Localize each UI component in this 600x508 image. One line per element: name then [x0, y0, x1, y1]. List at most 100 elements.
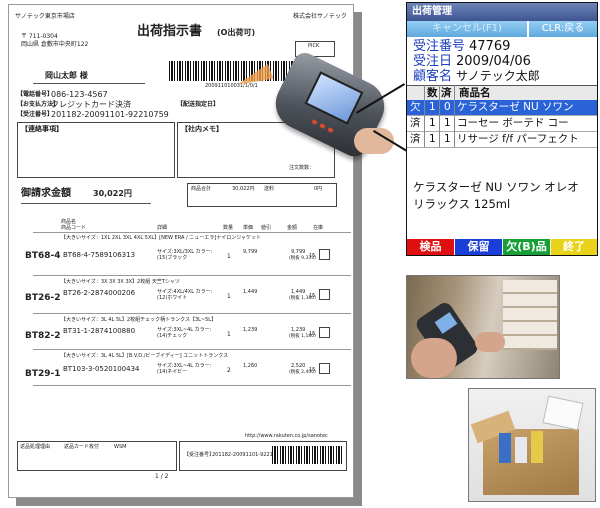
- order-date-value: 2009/04/06: [456, 54, 531, 69]
- product-bottle: [515, 437, 527, 463]
- item-stock: 15: [309, 253, 316, 259]
- item-name: 【大きいサイズ：3L 4L 5L】[B.V.D./ビーブイディー] ユニットトラ…: [61, 353, 229, 359]
- items-grid-row-selected[interactable]: 欠 1 0 ケラスターゼ NU ソワン: [407, 100, 597, 116]
- paper-sheet: [542, 395, 584, 431]
- grid-col-line: [454, 85, 455, 147]
- order-count-label: 注文数数：: [289, 165, 315, 171]
- order-value: 201182-20091101-92210759: [51, 110, 169, 119]
- item-qty: 2: [227, 367, 231, 374]
- item-stock: 15: [309, 331, 316, 337]
- item-check-box: [319, 327, 330, 338]
- item-price: 1,239: [243, 327, 258, 333]
- items-grid-row[interactable]: 済 1 1 コーセー ボーテド コー: [407, 116, 597, 132]
- item-name: 【大きいサイズ：3L 4L 5L】2枚組チェック柄トランクス【3L~5L】: [61, 317, 217, 323]
- row-divider: [33, 349, 351, 350]
- col-detail: 詳細: [157, 225, 168, 231]
- shelf-boxes: [503, 280, 557, 350]
- company-right: 株式会社サノテック: [293, 13, 347, 20]
- item-detail: サイズ:3XL/3XL カラー:(15)ブラック: [157, 249, 213, 261]
- postal-code: 〒 711-0304: [21, 33, 58, 40]
- col-amount: 金額: [287, 225, 298, 231]
- handheld-scanner-photo: [267, 48, 400, 162]
- item-stock: 15: [309, 367, 316, 373]
- item-price: 1,449: [243, 289, 258, 295]
- customer-value: サノテック太郎: [456, 69, 540, 83]
- ship-date-label: 【配送指定日】: [177, 101, 220, 108]
- item-detail: サイズ:3XL~4L カラー:(14)ネイビー: [157, 363, 212, 375]
- items-grid-row[interactable]: 済 1 1 リサージ f/f パーフェクト: [407, 132, 597, 148]
- hold-key[interactable]: 保留: [455, 239, 502, 255]
- item-id: BT82-2: [25, 331, 61, 341]
- hand: [411, 338, 457, 378]
- finish-key[interactable]: 終了: [551, 239, 597, 255]
- item-qty: 1: [227, 293, 231, 300]
- warehouse-scanning-photo: [406, 275, 560, 379]
- document-title-sub: (O出荷可): [217, 28, 256, 37]
- invoice-amount: 30,022円: [93, 189, 132, 198]
- contact-box: 【連絡事項】: [17, 122, 175, 178]
- footer-barcode: [272, 446, 342, 464]
- footer-return-box: 返品処理理由 返品カード枚付 WSM: [17, 441, 177, 471]
- hand: [475, 332, 505, 352]
- clear-back-button[interactable]: CLR:戻る: [529, 21, 597, 37]
- row-divider: [33, 385, 351, 386]
- item-check-box: [319, 249, 330, 260]
- invoice-underline: [21, 203, 151, 204]
- page-number: 1 / 2: [155, 473, 169, 480]
- grid-col-line: [439, 85, 440, 147]
- grid-col-line: [424, 85, 425, 147]
- col-code: 商品コード: [61, 225, 87, 231]
- packed-box-photo: [468, 388, 596, 502]
- item-check-box: [319, 289, 330, 300]
- company-top: サノテック東京市場店: [15, 13, 75, 20]
- item-code: BT26-2-2874000206: [63, 289, 136, 297]
- tel-label: 【電話番号】: [17, 91, 54, 98]
- customer-row: 顧客名 サノテック太郎: [413, 69, 540, 84]
- footer-url: http://www.rakuten.co.jp/sanotec: [245, 433, 328, 439]
- product-bottle: [499, 433, 511, 463]
- order-number-row: 受注番号 47769: [413, 39, 511, 54]
- function-key-bar: 検品 保留 欠(B)品 終了: [407, 239, 597, 255]
- row-divider: [33, 275, 351, 276]
- item-check-box: [319, 363, 330, 374]
- col-discount: 値引: [261, 225, 272, 231]
- item-name: 【大きいサイズ：1XL 2XL 3XL 4XL 5XL】[NEW ERA / ニ…: [61, 235, 261, 241]
- item-id: BT29-1: [25, 369, 61, 379]
- order-label: 【受注番号】: [17, 111, 54, 118]
- item-price: 1,260: [243, 363, 258, 369]
- handheld-terminal-screen: 出荷管理 キャンセル(F1) CLR:戻る 受注番号 47769 受注日 2009/…: [406, 2, 598, 256]
- item-name: 【大きいサイズ：3X 3X 3X 3X】2枚組 天竺Tシャツ: [61, 279, 180, 285]
- header-divider: [33, 232, 351, 233]
- item-detail: サイズ:3XL~4L カラー:(14)チェック: [157, 327, 212, 339]
- product-bottle: [531, 431, 543, 463]
- screen-titlebar: 出荷管理: [407, 3, 597, 21]
- invoice-label: 御請求金額: [21, 188, 71, 199]
- payment-value: クレジットカード決済: [51, 100, 131, 109]
- document-title: 出荷指示書: [137, 24, 203, 39]
- tel-value: 086-123-4567: [51, 90, 108, 99]
- recipient-underline: [33, 83, 145, 84]
- col-qty: 数量: [223, 225, 234, 231]
- order-number-value: 47769: [469, 39, 511, 54]
- item-price: 9,799: [243, 249, 258, 255]
- col-stock: 在庫: [313, 225, 324, 231]
- item-id: BT68-4: [25, 251, 61, 261]
- out-of-stock-key[interactable]: 欠(B)品: [503, 239, 550, 255]
- cancel-button[interactable]: キャンセル(F1): [407, 21, 527, 37]
- product-detail-text: ケラスターゼ NU ソワン オレオ リラックス 125ml: [413, 180, 579, 211]
- order-date-row: 受注日 2009/04/06: [413, 54, 531, 69]
- address: 岡山県 倉敷市中央町122: [21, 41, 89, 48]
- item-id: BT26-2: [25, 293, 61, 303]
- inspect-key[interactable]: 検品: [407, 239, 454, 255]
- footer-order-box: 【受注番号】 201182-20091101-92210759: [179, 441, 347, 471]
- item-qty: 1: [227, 331, 231, 338]
- recipient-name: 岡山太郎 様: [45, 71, 88, 80]
- item-code: BT31-1-2874100880: [63, 327, 136, 335]
- row-divider: [33, 313, 351, 314]
- item-code: BT68-4-7589106313: [63, 251, 136, 259]
- item-code: BT103-3-0520100434: [63, 365, 140, 373]
- col-price: 単価: [243, 225, 254, 231]
- item-detail: サイズ:4XL/4XL カラー:(12)ホワイト: [157, 289, 213, 301]
- subtotal-box: 商品合計 30,022円 送料 0円: [187, 183, 337, 207]
- item-stock: 15: [309, 293, 316, 299]
